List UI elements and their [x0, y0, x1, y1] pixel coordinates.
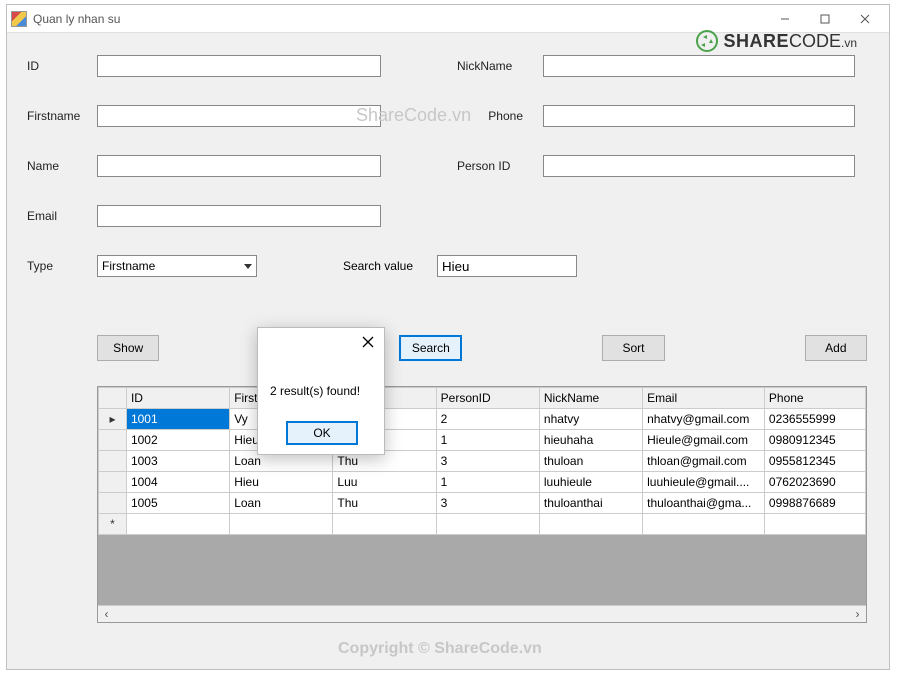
type-select[interactable]: Firstname [97, 255, 257, 277]
table-row[interactable]: ▸1001Vy2nhatvynhatvy@gmail.com0236555999 [99, 409, 866, 430]
dialog-close-button[interactable] [358, 332, 378, 352]
sort-button[interactable]: Sort [602, 335, 664, 361]
empty-cell[interactable] [539, 514, 642, 535]
cell-nickname[interactable]: luuhieule [539, 472, 642, 493]
cell-id[interactable]: 1004 [126, 472, 229, 493]
cell-firstname[interactable]: Hieu [230, 472, 333, 493]
type-label: Type [27, 259, 97, 273]
data-grid[interactable]: ID Firstname Name PersonID NickName Emai… [97, 386, 867, 623]
personid-field[interactable] [543, 155, 855, 177]
cell-nickname[interactable]: thuloan [539, 451, 642, 472]
id-label: ID [27, 59, 97, 73]
app-icon [11, 11, 27, 27]
col-phone[interactable]: Phone [764, 388, 865, 409]
row-indicator [99, 493, 127, 514]
phone-label: Phone [457, 109, 543, 123]
empty-cell[interactable] [333, 514, 436, 535]
cell-nickname[interactable]: nhatvy [539, 409, 642, 430]
cell-personid[interactable]: 3 [436, 493, 539, 514]
phone-field[interactable] [543, 105, 855, 127]
logo-text-rest: CODE [789, 31, 841, 51]
row-indicator: ▸ [99, 409, 127, 430]
name-label: Name [27, 159, 97, 173]
recycle-icon [695, 29, 719, 53]
cell-id[interactable]: 1001 [126, 409, 229, 430]
nickname-field[interactable] [543, 55, 855, 77]
dialog-ok-button[interactable]: OK [286, 421, 358, 445]
table-row[interactable]: 1003LoanThu3thuloanthloan@gmail.com09558… [99, 451, 866, 472]
cell-phone[interactable]: 0980912345 [764, 430, 865, 451]
empty-cell[interactable] [126, 514, 229, 535]
empty-cell[interactable] [230, 514, 333, 535]
cell-phone[interactable]: 0762023690 [764, 472, 865, 493]
app-window: Quan ly nhan su SHARECODE.vn ID NickName [6, 4, 890, 670]
col-email[interactable]: Email [643, 388, 765, 409]
search-value-field[interactable] [437, 255, 577, 277]
empty-cell[interactable] [764, 514, 865, 535]
grid-header-row: ID Firstname Name PersonID NickName Emai… [99, 388, 866, 409]
email-field[interactable] [97, 205, 381, 227]
minimize-button[interactable] [765, 7, 805, 31]
table-row[interactable]: 1002Hieu1hieuhahaHieule@gmail.com0980912… [99, 430, 866, 451]
cell-email[interactable]: nhatvy@gmail.com [643, 409, 765, 430]
horizontal-scrollbar[interactable]: ‹ › [98, 605, 866, 622]
cell-phone[interactable]: 0236555999 [764, 409, 865, 430]
add-button[interactable]: Add [805, 335, 867, 361]
id-field[interactable] [97, 55, 381, 77]
new-row-indicator: * [99, 514, 127, 535]
scroll-left-icon[interactable]: ‹ [98, 606, 115, 623]
col-id[interactable]: ID [126, 388, 229, 409]
search-value-label: Search value [327, 259, 437, 273]
cell-firstname[interactable]: Loan [230, 493, 333, 514]
cell-personid[interactable]: 1 [436, 472, 539, 493]
empty-cell[interactable] [436, 514, 539, 535]
cell-email[interactable]: luuhieule@gmail.... [643, 472, 765, 493]
nickname-label: NickName [457, 59, 543, 73]
cell-personid[interactable]: 3 [436, 451, 539, 472]
table-row[interactable]: 1005LoanThu3thuloanthaithuloanthai@gma..… [99, 493, 866, 514]
cell-email[interactable]: Hieule@gmail.com [643, 430, 765, 451]
cell-email[interactable]: thuloanthai@gma... [643, 493, 765, 514]
cell-id[interactable]: 1002 [126, 430, 229, 451]
row-indicator [99, 451, 127, 472]
message-dialog: 2 result(s) found! OK [257, 327, 385, 455]
logo-suffix: .vn [841, 36, 857, 50]
sharecode-logo: SHARECODE.vn [695, 29, 857, 53]
cell-nickname[interactable]: hieuhaha [539, 430, 642, 451]
scroll-right-icon[interactable]: › [849, 606, 866, 623]
name-field[interactable] [97, 155, 381, 177]
maximize-button[interactable] [805, 7, 845, 31]
dialog-message: 2 result(s) found! [270, 384, 360, 398]
cell-email[interactable]: thloan@gmail.com [643, 451, 765, 472]
cell-phone[interactable]: 0998876689 [764, 493, 865, 514]
row-indicator [99, 430, 127, 451]
firstname-field[interactable] [97, 105, 381, 127]
empty-cell[interactable] [643, 514, 765, 535]
email-label: Email [27, 209, 97, 223]
search-button[interactable]: Search [399, 335, 462, 361]
cell-phone[interactable]: 0955812345 [764, 451, 865, 472]
personid-label: Person ID [457, 159, 543, 173]
table-row[interactable]: 1004HieuLuu1luuhieuleluuhieule@gmail....… [99, 472, 866, 493]
firstname-label: Firstname [27, 109, 97, 123]
row-header-blank [99, 388, 127, 409]
close-icon [362, 336, 374, 348]
cell-personid[interactable]: 1 [436, 430, 539, 451]
close-button[interactable] [845, 7, 885, 31]
show-button[interactable]: Show [97, 335, 159, 361]
cell-nickname[interactable]: thuloanthai [539, 493, 642, 514]
cell-personid[interactable]: 2 [436, 409, 539, 430]
cell-name[interactable]: Thu [333, 493, 436, 514]
window-title: Quan ly nhan su [33, 12, 120, 26]
cell-name[interactable]: Luu [333, 472, 436, 493]
row-indicator [99, 472, 127, 493]
cell-id[interactable]: 1003 [126, 451, 229, 472]
logo-text-bold: SHARE [723, 31, 789, 51]
cell-id[interactable]: 1005 [126, 493, 229, 514]
col-personid[interactable]: PersonID [436, 388, 539, 409]
new-row[interactable]: * [99, 514, 866, 535]
col-nickname[interactable]: NickName [539, 388, 642, 409]
